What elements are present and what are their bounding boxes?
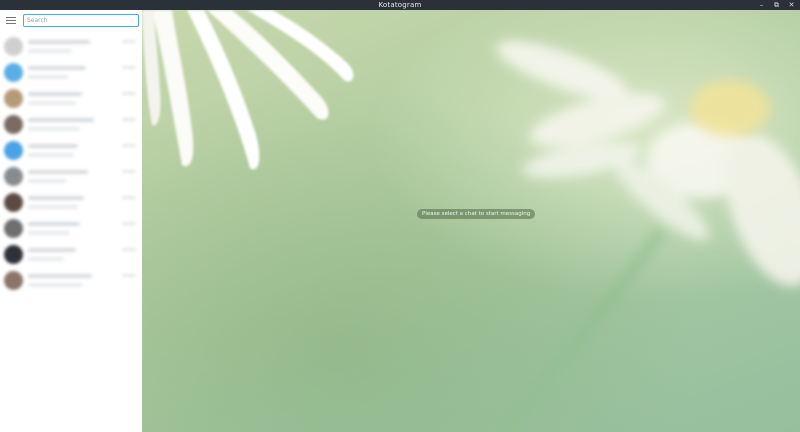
chat-preview-placeholder	[28, 179, 66, 183]
window-title: Kotatogram	[378, 1, 422, 9]
chat-preview-placeholder	[28, 153, 74, 157]
hamburger-menu-icon[interactable]	[6, 17, 16, 25]
chat-date-placeholder	[122, 66, 136, 69]
chat-title-placeholder	[28, 170, 88, 174]
chat-date-placeholder	[122, 196, 136, 199]
chat-title-placeholder	[28, 144, 78, 148]
chat-title-placeholder	[28, 196, 84, 200]
chat-date-placeholder	[122, 248, 136, 251]
avatar	[4, 219, 23, 238]
chat-list-item[interactable]	[0, 86, 142, 112]
avatar	[4, 245, 23, 264]
chat-date-placeholder	[122, 40, 136, 43]
chat-preview-placeholder	[28, 75, 68, 79]
avatar	[4, 167, 23, 186]
chat-date-placeholder	[122, 274, 136, 277]
chat-list-item[interactable]	[0, 190, 142, 216]
chat-title-placeholder	[28, 40, 90, 44]
close-icon: ✕	[788, 0, 795, 9]
chat-list-item[interactable]	[0, 216, 142, 242]
minimize-icon: –	[759, 0, 764, 9]
background-wallpaper	[142, 10, 800, 432]
chat-preview-placeholder	[28, 205, 78, 209]
sidebar-header	[0, 10, 142, 32]
close-button[interactable]: ✕	[787, 1, 796, 10]
chat-list-item[interactable]	[0, 242, 142, 268]
avatar	[4, 193, 23, 212]
maximize-button[interactable]: ⧉	[772, 1, 781, 10]
maximize-icon: ⧉	[774, 0, 779, 9]
chat-title-placeholder	[28, 118, 94, 122]
chat-list-item[interactable]	[0, 112, 142, 138]
chat-list-item[interactable]	[0, 60, 142, 86]
chat-title-placeholder	[28, 92, 82, 96]
chat-date-placeholder	[122, 118, 136, 121]
avatar	[4, 37, 23, 56]
avatar	[4, 115, 23, 134]
sidebar	[0, 10, 142, 432]
empty-state-pill: Please select a chat to start messaging	[417, 209, 536, 219]
chat-preview-placeholder	[28, 283, 82, 287]
chat-date-placeholder	[122, 170, 136, 173]
minimize-button[interactable]: –	[757, 1, 766, 10]
window-controls: – ⧉ ✕	[757, 0, 796, 10]
chat-date-placeholder	[122, 144, 136, 147]
main-chat-area: Please select a chat to start messaging	[142, 10, 800, 432]
chat-list	[0, 34, 142, 294]
window-titlebar: Kotatogram – ⧉ ✕	[0, 0, 800, 10]
chat-list-item[interactable]	[0, 34, 142, 60]
chat-date-placeholder	[122, 92, 136, 95]
chat-preview-placeholder	[28, 257, 64, 261]
chat-title-placeholder	[28, 248, 76, 252]
chat-date-placeholder	[122, 222, 136, 225]
chat-title-placeholder	[28, 274, 92, 278]
chat-preview-placeholder	[28, 231, 70, 235]
chat-preview-placeholder	[28, 127, 80, 131]
avatar	[4, 271, 23, 290]
chat-list-item[interactable]	[0, 268, 142, 294]
chat-preview-placeholder	[28, 49, 72, 53]
chat-preview-placeholder	[28, 101, 76, 105]
search-input[interactable]	[23, 14, 139, 27]
chat-title-placeholder	[28, 66, 86, 70]
avatar	[4, 63, 23, 82]
chat-list-item[interactable]	[0, 164, 142, 190]
chat-title-placeholder	[28, 222, 80, 226]
chat-list-item[interactable]	[0, 138, 142, 164]
avatar	[4, 141, 23, 160]
avatar	[4, 89, 23, 108]
